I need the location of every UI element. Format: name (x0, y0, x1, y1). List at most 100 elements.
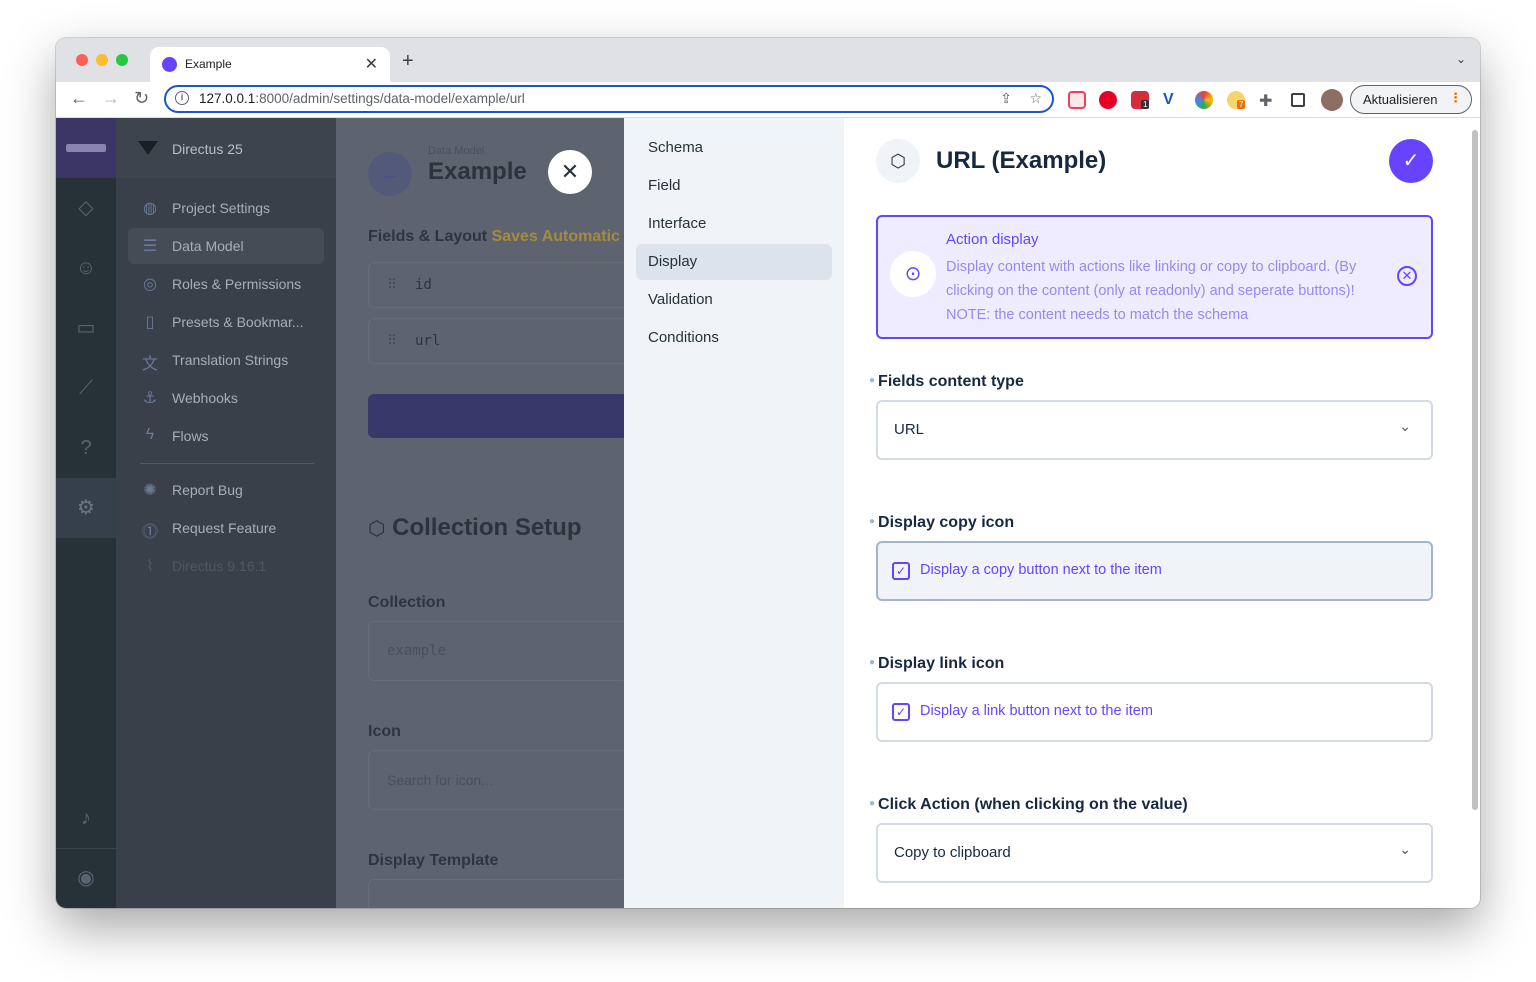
nav-roles-permissions[interactable]: ◎ Roles & Permissions (128, 266, 324, 302)
create-field-button[interactable] (368, 394, 624, 438)
puzzle-icon[interactable]: ✚ (1259, 91, 1277, 110)
globe-icon: ◍ (143, 200, 157, 217)
translate-icon: 文 (141, 356, 158, 373)
nav-presets-bookmarks[interactable]: ▯ Presets & Bookmar... (128, 304, 324, 340)
nav-request-feature[interactable]: ⓵ Request Feature (128, 510, 324, 546)
field-name: id (415, 277, 432, 293)
copy-icon-text: Display a copy button next to the item (920, 562, 1162, 578)
notice-title: Action display (946, 231, 1039, 248)
notifications-bell-icon[interactable]: ♪ (56, 788, 116, 848)
insights-module-icon[interactable]: ⟋ (56, 358, 116, 418)
close-tab-icon[interactable]: ✕ (365, 54, 378, 74)
forward-arrow-icon[interactable]: → (102, 88, 120, 109)
nav-translation-strings[interactable]: 文 Translation Strings (128, 342, 324, 378)
nav-data-model[interactable]: ☰ Data Model (128, 228, 324, 264)
users-module-icon[interactable]: ☺ (56, 238, 116, 298)
roles-icon: ◎ (143, 276, 157, 293)
url-text: 127.0.0.1:8000/admin/settings/data-model… (199, 91, 525, 106)
extension-badge: 1 (1141, 100, 1150, 109)
side-panel-icon[interactable] (1291, 93, 1305, 107)
reload-icon[interactable]: ↻ (134, 88, 149, 109)
nav-label: Roles & Permissions (172, 276, 302, 292)
tab-interface[interactable]: Interface (636, 206, 832, 242)
field-row-id[interactable]: ⠿ id (368, 262, 624, 308)
link-icon-checkbox[interactable]: ✓ Display a link button next to the item (876, 682, 1433, 742)
display-template-input[interactable] (368, 879, 624, 908)
icon-search-input[interactable]: Search for icon... (368, 750, 624, 810)
project-name: Directus 25 (172, 141, 243, 157)
checkbox-checked-icon: ✓ (892, 562, 910, 580)
nav-flows[interactable]: ϟ Flows (128, 418, 324, 454)
tab-schema[interactable]: Schema (636, 130, 832, 166)
new-tab-icon[interactable]: + (402, 50, 414, 73)
pinterest-extension-icon[interactable] (1099, 91, 1117, 109)
todo-extension-icon[interactable]: 1 (1131, 91, 1150, 109)
clear-display-icon[interactable]: ✕ (1397, 266, 1417, 286)
vimeo-extension-icon[interactable]: V (1163, 91, 1181, 109)
close-drawer-button[interactable]: ✕ (548, 150, 592, 194)
bookmark-icon: ▯ (145, 314, 155, 331)
directus-app: ◇ ☺ ▭ ⟋ ? ⚙ ♪ ◉ Directus 25 ◍ Project Se… (56, 118, 1480, 908)
click-action-select[interactable]: Copy to clipboard ⌄ (876, 823, 1433, 883)
project-gem-icon (138, 141, 158, 155)
click-action-value: Copy to clipboard (894, 844, 1011, 861)
collection-label: Collection (368, 594, 446, 611)
files-module-folder-icon[interactable]: ▭ (56, 298, 116, 358)
site-info-icon[interactable]: i (175, 91, 189, 105)
maximize-window-button[interactable] (116, 54, 128, 66)
extension-badge: 7 (1237, 100, 1246, 109)
collection-input[interactable]: example (368, 621, 624, 681)
tab-title: Example (185, 57, 232, 71)
drawer-tab-navigation: Schema Field Interface Display Validatio… (624, 118, 844, 908)
drawer-scrollbar[interactable] (1472, 130, 1478, 810)
notice-description: Display content with actions like linkin… (946, 259, 1357, 323)
tab-display[interactable]: Display (636, 244, 832, 280)
list-icon: ☰ (142, 238, 158, 255)
update-button[interactable]: Aktualisieren ⋮ (1350, 85, 1472, 114)
user-profile-icon[interactable]: ◉ (56, 848, 116, 908)
feature-icon: ⓵ (141, 524, 158, 541)
version-label: Directus 9.16.1 (172, 558, 267, 574)
tab-field[interactable]: Field (636, 168, 832, 204)
browser-tab[interactable]: Example ✕ (150, 47, 390, 82)
module-bar: ◇ ☺ ▭ ⟋ ? ⚙ ♪ ◉ (56, 118, 116, 908)
nav-label: Report Bug (172, 482, 243, 498)
nav-report-bug[interactable]: ✺ Report Bug (128, 472, 324, 508)
content-module-cube-icon[interactable]: ◇ (56, 178, 116, 238)
back-button[interactable]: ← (368, 152, 412, 196)
nav-label: Request Feature (172, 520, 277, 536)
content-type-select[interactable]: URL ⌄ (876, 400, 1433, 460)
field-row-url[interactable]: ⠿ url (368, 318, 624, 364)
copy-icon-checkbox[interactable]: ✓ Display a copy button next to the item (876, 541, 1433, 601)
pocket-extension-icon[interactable] (1068, 91, 1086, 109)
nav-label: Project Settings (172, 200, 271, 216)
drag-handle-icon[interactable]: ⠿ (387, 332, 397, 349)
close-window-button[interactable] (76, 54, 88, 66)
save-check-button[interactable]: ✓ (1389, 139, 1433, 183)
settings-module-gear-icon[interactable]: ⚙ (56, 478, 116, 538)
back-arrow-icon[interactable]: ← (70, 88, 88, 109)
share-icon[interactable]: ⇪ (1000, 90, 1012, 107)
browser-window: Example ✕ + ⌄ ← → ↻ i 127.0.0.1:8000/adm… (56, 38, 1480, 908)
nav-label: Data Model (172, 238, 244, 254)
bookmark-star-icon[interactable]: ☆ (1029, 90, 1042, 107)
nav-webhooks[interactable]: ⚓ Webhooks (128, 380, 324, 416)
nav-project-settings[interactable]: ◍ Project Settings (128, 190, 324, 226)
drawer-title: URL (Example) (936, 147, 1107, 174)
tab-search-icon[interactable]: ⌄ (1456, 52, 1466, 66)
nav-version[interactable]: ⌇ Directus 9.16.1 (128, 548, 324, 584)
address-bar[interactable]: i 127.0.0.1:8000/admin/settings/data-mod… (164, 85, 1054, 113)
directus-logo[interactable] (56, 118, 116, 178)
page-title: Example (428, 158, 527, 185)
color-extension-icon[interactable] (1195, 91, 1213, 109)
tab-validation[interactable]: Validation (636, 282, 832, 318)
help-module-icon[interactable]: ? (56, 418, 116, 478)
drag-handle-icon[interactable]: ⠿ (387, 276, 397, 293)
minimize-window-button[interactable] (96, 54, 108, 66)
idea-extension-icon[interactable]: 7 (1227, 91, 1246, 109)
breadcrumb[interactable]: Data Model (428, 145, 484, 157)
tab-conditions[interactable]: Conditions (636, 320, 832, 356)
browser-toolbar: ← → ↻ i 127.0.0.1:8000/admin/settings/da… (56, 82, 1480, 118)
avatar[interactable] (1321, 89, 1343, 111)
content-type-label: ● Fields content type (869, 373, 1024, 390)
